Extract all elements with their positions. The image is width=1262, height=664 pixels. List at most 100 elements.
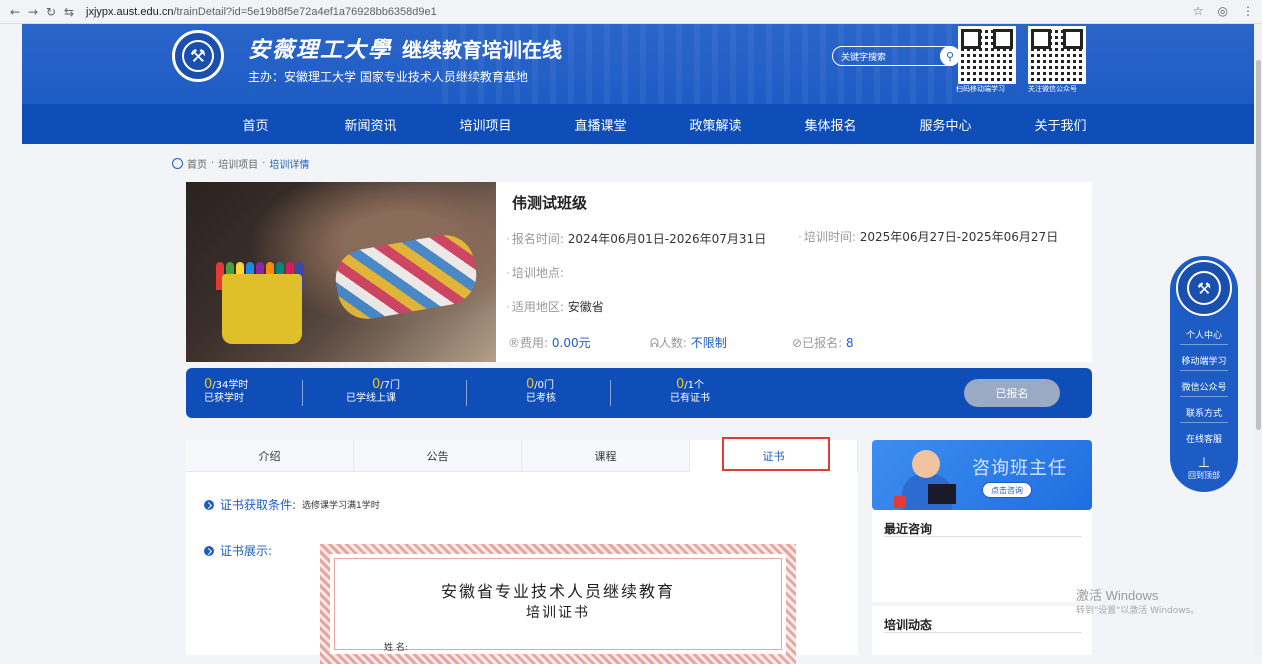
course-title: 伟测试班级 xyxy=(512,194,588,212)
float-online-service[interactable]: 在线客服 xyxy=(1170,432,1238,445)
stat-courses-total: /7门 xyxy=(380,380,401,391)
consult-button[interactable]: 点击咨询 xyxy=(982,482,1032,498)
back-icon[interactable]: ← xyxy=(6,5,24,19)
page-scrollbar-thumb[interactable] xyxy=(1256,60,1261,430)
laptop-illustration xyxy=(928,484,956,504)
training-dynamics-box: 培训动态 xyxy=(872,606,1092,655)
float-wechat[interactable]: 微信公众号 xyxy=(1170,380,1238,393)
search-icon[interactable]: ⚲ xyxy=(940,46,960,66)
address-bar[interactable]: jxjypx.aust.edu.cn/trainDetail?id=5e19b8… xyxy=(86,6,437,18)
signed-up-button[interactable]: 已报名 xyxy=(964,379,1060,407)
crayon-cup-decoration xyxy=(222,274,302,344)
back-to-top-label: 回到顶部 xyxy=(1188,471,1220,480)
breadcrumb: 首页 · 培训项目 · 培训详情 xyxy=(172,156,309,171)
people-limit: ᕱ人数: 不限制 xyxy=(650,334,727,351)
logo-emblem-icon: ⚒ xyxy=(1187,271,1221,305)
stat-online-courses: 0/7门 已学线上课 xyxy=(346,378,400,405)
cert-condition-label: 证书获取条件: xyxy=(220,498,297,512)
certificate-preview: 安徽省专业技术人员继续教育 培训证书 姓 名: xyxy=(320,544,796,664)
qr-code-mobile xyxy=(958,26,1016,84)
consult-teacher-banner[interactable]: 咨询班主任 点击咨询 xyxy=(872,440,1092,510)
windows-activation-hint: 转到"设置"以激活 Windows。 xyxy=(1076,606,1200,616)
striped-sleeve-decoration xyxy=(330,230,482,324)
nav-live[interactable]: 直播课堂 xyxy=(543,115,658,134)
breadcrumb-current: 培训详情 xyxy=(269,160,310,171)
breadcrumb-training[interactable]: 培训项目 xyxy=(218,156,258,171)
train-location: · 培训地点: xyxy=(506,266,564,280)
signed-count: ⊘已报名: 8 xyxy=(792,334,854,351)
signup-time-label: 报名时间: xyxy=(511,232,564,246)
coin-icon: ® xyxy=(508,336,520,350)
nav-about[interactable]: 关于我们 xyxy=(1003,115,1118,134)
certificate-name-label: 姓 名: xyxy=(384,643,408,653)
course-cover-image xyxy=(186,182,496,362)
nav-home[interactable]: 首页 xyxy=(198,115,313,134)
certificate-title-line2: 培训证书 xyxy=(526,605,590,621)
region-label: 适用地区: xyxy=(511,300,564,314)
url-path: /trainDetail?id=5e19b8f5e72a4ef1a76928bb… xyxy=(173,5,437,18)
divider xyxy=(1180,370,1228,371)
location-pin-icon xyxy=(172,158,183,169)
divider xyxy=(1180,344,1228,345)
stat-certs-label: 已有证书 xyxy=(670,393,710,404)
signed-label: 已报名: xyxy=(802,336,843,350)
recent-consult-box: 最近咨询 xyxy=(872,510,1092,602)
people-label: 人数: xyxy=(658,336,687,350)
menu-dots-icon[interactable]: ⋮ xyxy=(1242,4,1254,18)
windows-activation-watermark: 激活 Windows xyxy=(1076,588,1159,603)
nav-policy[interactable]: 政策解读 xyxy=(658,115,773,134)
logo-emblem-icon: ⚒ xyxy=(182,40,214,72)
fee: ®费用: 0.00元 xyxy=(508,334,591,351)
nav-news[interactable]: 新闻资讯 xyxy=(313,115,428,134)
tab-courses[interactable]: 课程 xyxy=(522,440,690,472)
profile-icon[interactable]: ◎ xyxy=(1218,4,1228,18)
nav-service[interactable]: 服务中心 xyxy=(888,115,1003,134)
breadcrumb-separator: · xyxy=(262,158,266,169)
floating-sidebar: ⚒ 个人中心 移动端学习 微信公众号 联系方式 在线客服 ⊥ 回到顶部 xyxy=(1170,256,1238,492)
mug-illustration xyxy=(894,496,906,508)
signup-time-value: 2024年06月01日-2026年07月31日 xyxy=(567,232,767,246)
forward-icon[interactable]: → xyxy=(24,5,42,19)
annotation-highlight-box xyxy=(722,437,830,471)
qr-caption-wechat: 关注微信公众号 xyxy=(1028,85,1077,93)
tab-intro[interactable]: 介绍 xyxy=(186,440,354,472)
stat-divider xyxy=(466,380,467,406)
fee-value: 0.00元 xyxy=(551,336,591,350)
float-personal-center[interactable]: 个人中心 xyxy=(1170,328,1238,341)
divider xyxy=(884,632,1082,633)
stat-hours-label: 已获学时 xyxy=(204,393,244,404)
check-circle-icon: ⊘ xyxy=(792,336,803,350)
nav-training[interactable]: 培训项目 xyxy=(428,115,543,134)
host-line: 主办：安徽理工大学 国家专业技术人员继续教育基地 xyxy=(248,70,528,84)
people-value: 不限制 xyxy=(690,336,727,350)
stat-hours: 0/34学时 已获学时 xyxy=(204,378,248,405)
reload-icon[interactable]: ↻ xyxy=(42,5,60,19)
stat-exams-label: 已考核 xyxy=(526,393,556,404)
float-mobile-learning[interactable]: 移动端学习 xyxy=(1170,354,1238,367)
train-time: · 培训时间: 2025年06月27日-2025年06月27日 xyxy=(798,230,1059,244)
float-university-logo: ⚒ xyxy=(1176,260,1232,316)
url-domain: jxjypx.aust.edu.cn xyxy=(86,5,174,18)
back-to-top-button[interactable]: ⊥ 回到顶部 xyxy=(1170,456,1238,481)
divider xyxy=(1180,422,1228,423)
location-label: 培训地点: xyxy=(511,266,564,280)
search-input[interactable]: 关键字搜索 ⚲ xyxy=(832,46,960,66)
stat-certs-total: /1个 xyxy=(684,380,705,391)
breadcrumb-home[interactable]: 首页 xyxy=(187,156,207,171)
stat-divider xyxy=(302,380,303,406)
certificate-title-line1: 安徽省专业技术人员继续教育 xyxy=(440,582,675,601)
train-time-value: 2025年06月27日-2025年06月27日 xyxy=(859,230,1059,244)
cert-condition-value: 选修课学习满1学时 xyxy=(302,501,380,511)
nav-group-signup[interactable]: 集体报名 xyxy=(773,115,888,134)
university-logo[interactable]: ⚒ xyxy=(172,30,224,82)
progress-stats-bar: 0/34学时 已获学时 0/7门 已学线上课 0/0门 已考核 0/1个 已有证… xyxy=(186,368,1092,418)
cert-display-label: 证书展示: xyxy=(220,544,273,558)
float-contact[interactable]: 联系方式 xyxy=(1170,406,1238,419)
tab-notice[interactable]: 公告 xyxy=(354,440,522,472)
bookmark-star-icon[interactable]: ☆ xyxy=(1193,4,1204,18)
site-info-icon[interactable]: ⇆ xyxy=(60,5,78,19)
university-name: 安薇理工大學 xyxy=(248,37,393,63)
arrow-up-icon: ⊥ xyxy=(1197,455,1211,471)
divider xyxy=(1180,396,1228,397)
training-dynamics-title: 培训动态 xyxy=(884,618,933,632)
